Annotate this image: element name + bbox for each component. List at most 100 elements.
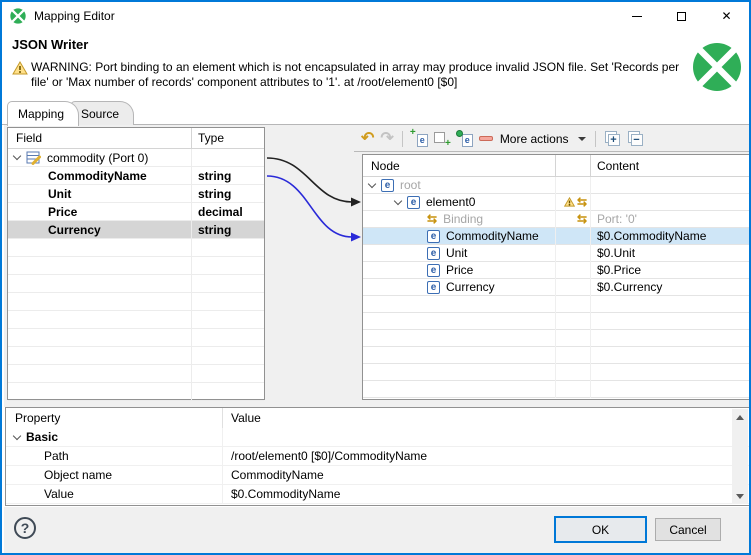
field-name: Currency: [8, 220, 192, 239]
column-header-node: Node: [363, 154, 556, 177]
field-row[interactable]: Unit string: [8, 184, 264, 203]
warning-icon: [563, 197, 575, 207]
ok-button[interactable]: OK: [554, 516, 647, 543]
vertical-scrollbar[interactable]: [732, 409, 748, 504]
empty-row: [8, 256, 264, 275]
chevron-down-icon[interactable]: [12, 151, 22, 161]
scroll-down-button[interactable]: [732, 488, 748, 504]
mapping-editor-dialog: Mapping Editor ✕ JSON Writer WARNING: Po…: [0, 0, 751, 555]
property-value: /root/element0 [$0]/CommodityName: [231, 449, 428, 463]
node-row-selected[interactable]: e CommodityName $0.CommodityName: [363, 227, 749, 245]
property-row-value[interactable]: Value $0.CommodityName: [6, 484, 749, 504]
empty-row: [8, 328, 264, 347]
tab-source[interactable]: Source: [70, 101, 135, 125]
element-icon: e: [427, 263, 440, 277]
property-group-basic[interactable]: Basic: [6, 427, 749, 447]
field-row[interactable]: Price decimal: [8, 202, 264, 221]
record-icon: [26, 151, 41, 165]
add-attribute-icon: +: [433, 131, 451, 149]
undo-icon: ↶: [361, 129, 375, 147]
node-row[interactable]: e Price $0.Price: [363, 261, 749, 279]
field-table-header: Field Type: [8, 127, 264, 149]
collapse-all-icon: −: [627, 130, 644, 147]
node-toolbar: ↶ ↷ e + + e More actions + −: [358, 127, 749, 150]
node-row[interactable]: e Unit $0.Unit: [363, 244, 749, 262]
field-type: string: [198, 186, 232, 201]
empty-row: [8, 382, 264, 401]
minimize-button[interactable]: [614, 2, 659, 30]
dropdown-caret-icon: [577, 136, 586, 141]
node-label: root: [400, 178, 421, 192]
more-actions-button[interactable]: More actions: [496, 129, 590, 149]
warning-icon: [12, 61, 28, 75]
tab-mapping[interactable]: Mapping: [7, 101, 80, 126]
empty-row: [363, 329, 749, 347]
add-wildcard-element-icon: e: [455, 130, 473, 147]
collapse-all-button[interactable]: −: [624, 129, 647, 149]
add-attribute-button[interactable]: +: [431, 129, 453, 149]
node-content: $0.Currency: [597, 280, 663, 294]
scroll-down-icon: [736, 493, 744, 499]
field-name: CommodityName: [8, 166, 192, 185]
undo-button[interactable]: ↶: [358, 129, 377, 149]
cancel-button[interactable]: Cancel: [655, 518, 721, 541]
element-icon: e: [407, 195, 420, 209]
input-field-table: Field Type commodity (Port 0) CommodityN…: [7, 127, 265, 401]
redo-icon: ↷: [380, 129, 394, 147]
property-value: CommodityName: [231, 468, 324, 482]
mapping-tab-content: Field Type commodity (Port 0) CommodityN…: [4, 125, 749, 407]
component-title: JSON Writer: [12, 37, 89, 52]
chevron-down-icon[interactable]: [12, 431, 22, 440]
field-name: Unit: [8, 184, 192, 203]
clover-app-icon: [10, 8, 26, 24]
element-icon: e: [427, 280, 440, 294]
property-table-header: Property Value: [6, 408, 749, 428]
node-row-root[interactable]: e root: [363, 176, 749, 194]
dialog-header: JSON Writer WARNING: Port binding to an …: [4, 30, 749, 99]
remove-icon: [478, 136, 493, 141]
add-wildcard-element-button[interactable]: e: [453, 129, 476, 149]
empty-row: [8, 346, 264, 365]
empty-row: [363, 363, 749, 381]
element-icon: e: [381, 178, 394, 192]
title-bar[interactable]: Mapping Editor ✕: [2, 2, 749, 30]
empty-row: [363, 380, 749, 398]
chevron-down-icon[interactable]: [393, 196, 403, 205]
chevron-down-icon[interactable]: [367, 179, 377, 188]
add-element-button[interactable]: e +: [408, 127, 431, 149]
property-name: Value: [6, 484, 223, 504]
more-actions-label: More actions: [499, 131, 569, 146]
scroll-up-icon: [736, 414, 744, 420]
empty-row: [8, 364, 264, 383]
node-row-binding[interactable]: ⇆ Binding ⇆ Port: '0': [363, 210, 749, 228]
field-type: string: [198, 168, 232, 183]
node-label: element0: [426, 195, 476, 209]
field-row[interactable]: CommodityName string: [8, 166, 264, 185]
field-row-selected[interactable]: Currency string: [8, 220, 264, 239]
port-record-label: commodity (Port 0): [47, 150, 149, 165]
toolbar-underline: [354, 151, 749, 152]
close-button[interactable]: ✕: [704, 2, 749, 30]
node-row-element0[interactable]: e element0 ⇆: [363, 193, 749, 211]
port-record-row[interactable]: commodity (Port 0): [8, 148, 264, 167]
node-content: $0.CommodityName: [597, 229, 707, 243]
binding-icon: ⇆: [427, 212, 438, 226]
expand-all-button[interactable]: +: [601, 129, 624, 149]
node-content: $0.Price: [597, 263, 642, 277]
binding-icon: ⇆: [576, 195, 587, 209]
help-button[interactable]: ?: [14, 517, 36, 539]
remove-button[interactable]: [476, 129, 496, 149]
property-group-label: Basic: [26, 430, 59, 444]
node-row[interactable]: e Currency $0.Currency: [363, 278, 749, 296]
maximize-button[interactable]: [659, 2, 704, 30]
property-row-object-name[interactable]: Object name CommodityName: [6, 465, 749, 485]
scroll-up-button[interactable]: [732, 409, 748, 425]
property-row-path[interactable]: Path /root/element0 [$0]/CommodityName: [6, 446, 749, 466]
node-label: Price: [446, 263, 474, 277]
close-icon: ✕: [721, 9, 732, 23]
field-type: string: [198, 222, 232, 237]
minimize-icon: [631, 15, 642, 17]
property-name: Path: [6, 446, 223, 466]
warning-message: WARNING: Port binding to an element whic…: [31, 60, 680, 89]
redo-button[interactable]: ↷: [377, 129, 396, 149]
